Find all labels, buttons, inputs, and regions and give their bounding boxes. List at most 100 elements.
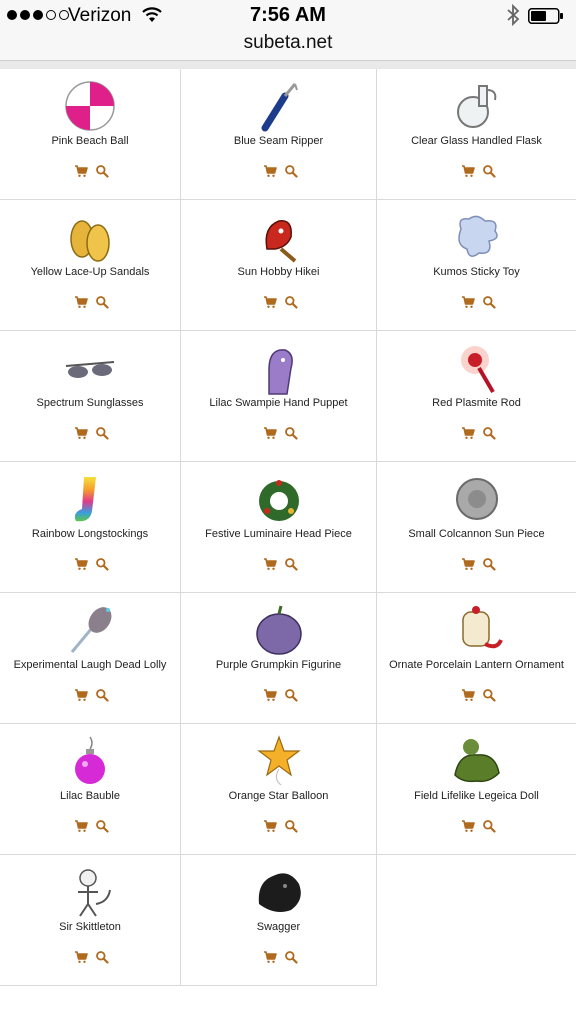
sunglasses-icon[interactable] xyxy=(62,340,118,396)
hobby-horse-icon[interactable] xyxy=(251,209,307,265)
search-icon[interactable] xyxy=(95,950,109,964)
sticky-toy-icon[interactable] xyxy=(449,209,505,265)
swagger-icon[interactable] xyxy=(251,864,307,920)
item-card[interactable]: Purple Grumpkin Figurine xyxy=(181,593,377,724)
search-icon[interactable] xyxy=(95,688,109,702)
item-actions xyxy=(263,295,303,309)
item-card[interactable]: Red Plasmite Rod xyxy=(377,331,576,462)
item-card[interactable]: Lilac Swampie Hand Puppet xyxy=(181,331,377,462)
address-bar[interactable]: subeta.net xyxy=(0,30,576,60)
item-card[interactable]: Kumos Sticky Toy xyxy=(377,200,576,331)
search-icon[interactable] xyxy=(482,164,496,178)
item-card[interactable]: Clear Glass Handled Flask xyxy=(377,69,576,200)
item-card[interactable]: Blue Seam Ripper xyxy=(181,69,377,200)
sun-piece-icon[interactable] xyxy=(449,471,505,527)
item-card[interactable]: Rainbow Longstockings xyxy=(0,462,181,593)
item-name: Small Colcannon Sun Piece xyxy=(408,528,545,540)
search-icon[interactable] xyxy=(95,164,109,178)
shopping-cart-icon[interactable] xyxy=(74,688,88,702)
shopping-cart-icon[interactable] xyxy=(74,295,88,309)
search-icon[interactable] xyxy=(95,819,109,833)
item-name: Sir Skittleton xyxy=(59,921,121,933)
divider xyxy=(0,61,576,69)
shopping-cart-icon[interactable] xyxy=(74,426,88,440)
shopping-cart-icon[interactable] xyxy=(461,688,475,702)
item-actions xyxy=(461,557,501,571)
search-icon[interactable] xyxy=(95,295,109,309)
item-card[interactable]: Field Lifelike Legeica Doll xyxy=(377,724,576,855)
search-icon[interactable] xyxy=(284,950,298,964)
item-actions xyxy=(461,426,501,440)
shopping-cart-icon[interactable] xyxy=(461,426,475,440)
search-icon[interactable] xyxy=(482,557,496,571)
item-card[interactable]: Swagger xyxy=(181,855,377,986)
search-icon[interactable] xyxy=(284,164,298,178)
legeica-doll-icon[interactable] xyxy=(449,733,505,789)
shopping-cart-icon[interactable] xyxy=(74,950,88,964)
item-name: Rainbow Longstockings xyxy=(31,528,149,540)
shopping-cart-icon[interactable] xyxy=(74,557,88,571)
item-card[interactable]: Experimental Laugh Dead Lolly xyxy=(0,593,181,724)
shopping-cart-icon[interactable] xyxy=(263,819,277,833)
festive-wreath-icon[interactable] xyxy=(251,471,307,527)
item-card[interactable]: Lilac Bauble xyxy=(0,724,181,855)
status-bar: Verizon 7:56 AM xyxy=(0,0,576,30)
item-actions xyxy=(263,426,303,440)
item-name: Swagger xyxy=(256,921,301,933)
search-icon[interactable] xyxy=(284,295,298,309)
item-actions xyxy=(263,819,303,833)
shopping-cart-icon[interactable] xyxy=(461,164,475,178)
item-card[interactable]: Ornate Porcelain Lantern Ornament xyxy=(377,593,576,724)
seam-ripper-icon[interactable] xyxy=(251,78,307,134)
item-name: Spectrum Sunglasses xyxy=(36,397,144,409)
star-balloon-icon[interactable] xyxy=(251,733,307,789)
skeleton-cat-icon[interactable] xyxy=(62,864,118,920)
bauble-icon[interactable] xyxy=(62,733,118,789)
shopping-cart-icon[interactable] xyxy=(263,557,277,571)
lolly-icon[interactable] xyxy=(62,602,118,658)
shopping-cart-icon[interactable] xyxy=(74,164,88,178)
item-card[interactable]: Small Colcannon Sun Piece xyxy=(377,462,576,593)
search-icon[interactable] xyxy=(95,426,109,440)
item-card[interactable]: Spectrum Sunglasses xyxy=(0,331,181,462)
hand-puppet-icon[interactable] xyxy=(251,340,307,396)
item-name: Red Plasmite Rod xyxy=(432,397,521,409)
grumpkin-icon[interactable] xyxy=(251,602,307,658)
shopping-cart-icon[interactable] xyxy=(263,688,277,702)
item-card[interactable]: Sir Skittleton xyxy=(0,855,181,986)
item-name: Orange Star Balloon xyxy=(228,790,329,802)
sandals-icon[interactable] xyxy=(62,209,118,265)
search-icon[interactable] xyxy=(482,688,496,702)
shopping-cart-icon[interactable] xyxy=(461,557,475,571)
item-actions xyxy=(263,950,303,964)
plasmite-rod-icon[interactable] xyxy=(449,340,505,396)
shopping-cart-icon[interactable] xyxy=(263,164,277,178)
search-icon[interactable] xyxy=(482,819,496,833)
pink-beach-ball-icon[interactable] xyxy=(62,78,118,134)
shopping-cart-icon[interactable] xyxy=(263,950,277,964)
shopping-cart-icon[interactable] xyxy=(461,295,475,309)
item-card[interactable]: Orange Star Balloon xyxy=(181,724,377,855)
item-card[interactable]: Sun Hobby Hikei xyxy=(181,200,377,331)
item-actions xyxy=(461,295,501,309)
shopping-cart-icon[interactable] xyxy=(263,426,277,440)
search-icon[interactable] xyxy=(284,426,298,440)
search-icon[interactable] xyxy=(284,557,298,571)
longstockings-icon[interactable] xyxy=(62,471,118,527)
search-icon[interactable] xyxy=(284,688,298,702)
item-card[interactable]: Festive Luminaire Head Piece xyxy=(181,462,377,593)
search-icon[interactable] xyxy=(95,557,109,571)
item-actions xyxy=(74,426,114,440)
search-icon[interactable] xyxy=(482,295,496,309)
shopping-cart-icon[interactable] xyxy=(263,295,277,309)
shopping-cart-icon[interactable] xyxy=(461,819,475,833)
item-card[interactable]: Yellow Lace-Up Sandals xyxy=(0,200,181,331)
search-icon[interactable] xyxy=(482,426,496,440)
glass-flask-icon[interactable] xyxy=(449,78,505,134)
item-card[interactable]: Pink Beach Ball xyxy=(0,69,181,200)
item-actions xyxy=(74,819,114,833)
address-domain: subeta.net xyxy=(243,32,333,53)
search-icon[interactable] xyxy=(284,819,298,833)
lantern-ornament-icon[interactable] xyxy=(449,602,505,658)
shopping-cart-icon[interactable] xyxy=(74,819,88,833)
